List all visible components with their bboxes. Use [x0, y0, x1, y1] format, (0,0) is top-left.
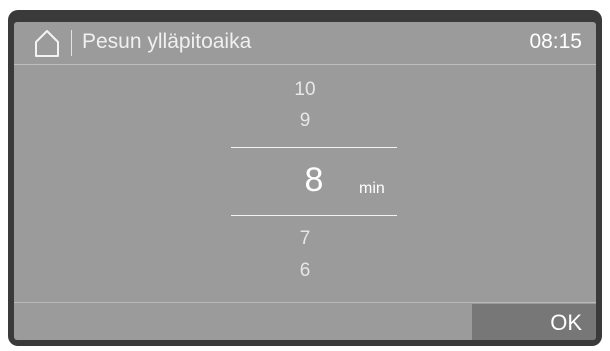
header-bar: Pesun ylläpitoaika 08:15: [14, 22, 596, 65]
picker-option[interactable]: 9: [14, 110, 596, 132]
ok-button-label: OK: [550, 310, 582, 335]
display-screen: Pesun ylläpitoaika 08:15 10 9 8 min 7 6 …: [14, 22, 596, 340]
picker-option[interactable]: 6: [14, 260, 596, 282]
page-title: Pesun ylläpitoaika: [82, 30, 252, 53]
header-divider: [71, 30, 72, 56]
picker-selected-value[interactable]: 8: [284, 161, 344, 200]
home-button[interactable]: [20, 26, 70, 60]
clock: 08:15: [529, 30, 582, 53]
picker-option[interactable]: 10: [14, 79, 596, 101]
home-icon: [35, 30, 59, 57]
selection-line-top: [231, 147, 397, 148]
picker-option[interactable]: 7: [14, 228, 596, 250]
time-picker[interactable]: 10 9 8 min 7 6: [14, 65, 596, 303]
ok-button[interactable]: OK: [472, 304, 596, 340]
selection-line-bottom: [231, 215, 397, 216]
picker-unit: min: [359, 180, 385, 197]
footer-bar: OK: [14, 302, 596, 340]
